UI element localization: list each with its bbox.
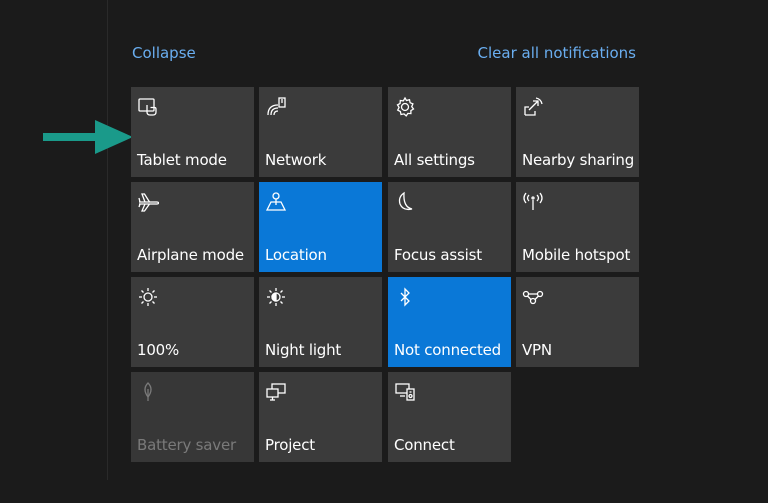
tile-label: Connect: [394, 436, 455, 454]
airplane-icon: [137, 191, 159, 213]
night-light-icon: [265, 286, 287, 308]
tile-label: Night light: [265, 341, 342, 359]
tile-night-light[interactable]: Night light: [259, 277, 382, 367]
tile-mobile-hotspot[interactable]: Mobile hotspot: [516, 182, 639, 272]
tile-all-settings[interactable]: All settings: [388, 87, 511, 177]
moon-icon: [394, 191, 416, 213]
tile-battery-saver[interactable]: Battery saver: [131, 372, 254, 462]
tile-connect[interactable]: Connect: [388, 372, 511, 462]
gear-icon: [394, 96, 416, 118]
tile-label: Mobile hotspot: [522, 246, 631, 264]
tablet-mode-icon: [137, 96, 159, 118]
tile-location[interactable]: Location: [259, 182, 382, 272]
tile-label: Focus assist: [394, 246, 482, 264]
tile-airplane-mode[interactable]: Airplane mode: [131, 182, 254, 272]
tile-nearby-sharing[interactable]: Nearby sharing: [516, 87, 639, 177]
bluetooth-icon: [394, 286, 416, 308]
tile-label: Nearby sharing: [522, 151, 635, 169]
vpn-icon: [522, 286, 544, 308]
tile-project[interactable]: Project: [259, 372, 382, 462]
panel-edge: [107, 0, 108, 480]
action-center: Collapse Clear all notifications Tablet …: [0, 0, 768, 503]
tile-label: Project: [265, 436, 315, 454]
nearby-sharing-icon: [522, 96, 544, 118]
tile-label: Battery saver: [137, 436, 236, 454]
tile-label: 100%: [137, 341, 180, 359]
tile-network[interactable]: Network: [259, 87, 382, 177]
tile-label: Not connected: [394, 341, 501, 359]
tile-tablet-mode[interactable]: Tablet mode: [131, 87, 254, 177]
connect-icon: [394, 381, 416, 403]
tile-label: Airplane mode: [137, 246, 244, 264]
tile-vpn[interactable]: VPN: [516, 277, 639, 367]
tile-bluetooth[interactable]: Not connected: [388, 277, 511, 367]
network-icon: [265, 96, 287, 118]
battery-saver-icon: [137, 381, 159, 403]
annotation-arrow-icon: [43, 120, 133, 154]
tile-label: Location: [265, 246, 327, 264]
collapse-link[interactable]: Collapse: [132, 44, 196, 62]
clear-all-notifications-link[interactable]: Clear all notifications: [478, 44, 636, 62]
tile-focus-assist[interactable]: Focus assist: [388, 182, 511, 272]
tile-label: VPN: [522, 341, 552, 359]
brightness-icon: [137, 286, 159, 308]
tile-label: Tablet mode: [137, 151, 227, 169]
tile-brightness[interactable]: 100%: [131, 277, 254, 367]
tile-label: All settings: [394, 151, 475, 169]
location-icon: [265, 191, 287, 213]
project-icon: [265, 381, 287, 403]
hotspot-icon: [522, 191, 544, 213]
tile-label: Network: [265, 151, 327, 169]
